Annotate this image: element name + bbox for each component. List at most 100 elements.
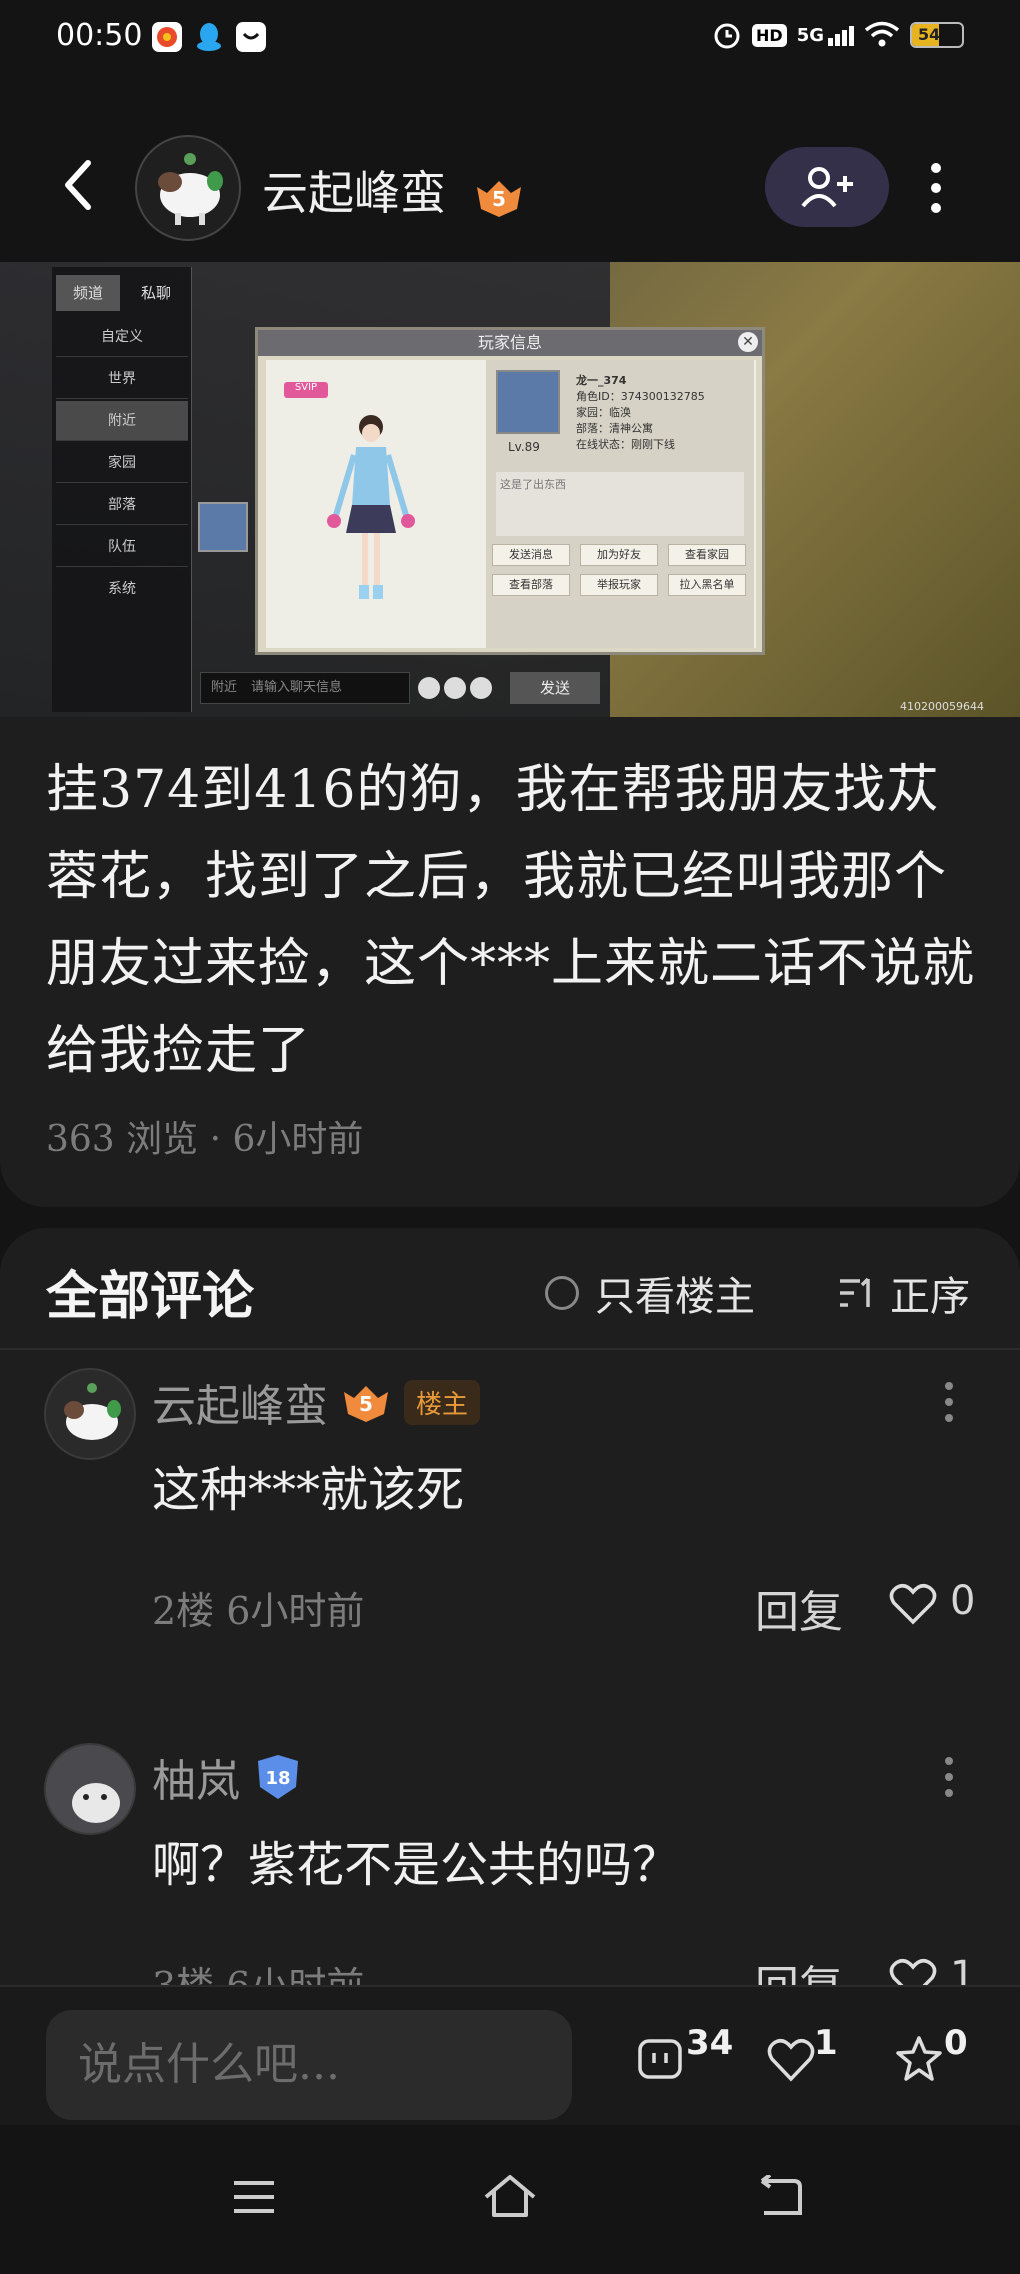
op-only-toggle[interactable]: 只看楼主 bbox=[545, 1264, 755, 1322]
chat-avatar-thumb bbox=[198, 502, 248, 552]
comment-input[interactable]: 说点什么吧... bbox=[46, 2010, 572, 2120]
game-send-button: 发送 bbox=[510, 672, 600, 704]
like-count: 0 bbox=[950, 1578, 976, 1624]
chat-channel-item: 自定义 bbox=[56, 317, 188, 357]
player-action-button: 查看家园 bbox=[668, 544, 746, 566]
system-nav-bar bbox=[0, 2125, 1020, 2274]
qq-icon bbox=[194, 22, 224, 52]
back-nav-icon[interactable] bbox=[754, 2175, 804, 2219]
commenter-avatar[interactable] bbox=[44, 1743, 136, 1835]
player-action-button: 加为好友 bbox=[580, 544, 658, 566]
author-name-text: 云起峰蛮 bbox=[262, 166, 446, 220]
comment-more-icon[interactable] bbox=[940, 1755, 958, 1799]
dialog-body: SVIP Lv.89 龙一_374 角色ID：374300132785 家园：临… bbox=[266, 360, 756, 648]
level-number: 5 bbox=[492, 187, 506, 211]
commenter-avatar[interactable] bbox=[44, 1368, 136, 1460]
game-chat-input-row: 附近 请输入聊天信息 发送 bbox=[200, 672, 600, 708]
player-action-button: 举报玩家 bbox=[580, 574, 658, 596]
heart-icon[interactable] bbox=[888, 1582, 938, 1626]
more-vertical-icon[interactable] bbox=[924, 160, 948, 216]
dialog-close-icon: ✕ bbox=[738, 332, 758, 352]
commenter-name-text: 柚岚 bbox=[152, 1756, 240, 1807]
chat-input-channel: 附近 bbox=[211, 680, 238, 695]
author-name[interactable]: 云起峰蛮 5 bbox=[262, 157, 527, 223]
comment-count: 34 bbox=[686, 2023, 734, 2063]
level-badge: 18 bbox=[258, 1755, 298, 1799]
game-chat-panel: 频道 私聊 自定义 世界 附近 家园 部落 队伍 系统 bbox=[52, 267, 192, 712]
commenter-name[interactable]: 云起峰蛮 5 楼主 bbox=[152, 1370, 481, 1434]
app-notification-icon bbox=[152, 22, 182, 52]
game-chat-input: 附近 请输入聊天信息 bbox=[200, 672, 410, 704]
heart-icon[interactable] bbox=[888, 1957, 938, 1988]
like-button[interactable]: 1 bbox=[766, 2023, 838, 2091]
chat-channel-item: 队伍 bbox=[56, 527, 188, 567]
chat-tab-channel: 频道 bbox=[56, 275, 120, 311]
signal-icon: 5G bbox=[797, 25, 854, 46]
battery-percent: 54 bbox=[918, 25, 941, 44]
player-tribe: 部落：清神公寓 bbox=[576, 422, 653, 435]
player-name: 龙一_374 bbox=[576, 374, 627, 387]
player-home: 家园：临涣 bbox=[576, 406, 631, 419]
player-action-button: 拉入黑名单 bbox=[668, 574, 746, 596]
reply-button[interactable]: 回复 bbox=[755, 1951, 843, 1988]
comment-item: 柚岚 18 啊？紫花不是公共的吗？ 3楼 6小时前 回复 1 bbox=[0, 1743, 1020, 1988]
chat-channel-item: 附近 bbox=[56, 401, 188, 441]
dialog-title: 玩家信息 bbox=[258, 330, 762, 356]
level-badge: 5 bbox=[344, 1386, 388, 1422]
op-only-radio-icon bbox=[545, 1276, 579, 1310]
comment-text: 啊？紫花不是公共的吗？ bbox=[152, 1837, 681, 1893]
player-message: 这是了出东西 bbox=[496, 472, 744, 536]
network-type: 5G bbox=[796, 24, 824, 46]
wifi-icon bbox=[864, 21, 900, 47]
player-online-status: 在线状态：刚刚下线 bbox=[576, 438, 675, 451]
reply-button[interactable]: 回复 bbox=[755, 1576, 843, 1640]
comments-title: 全部评论 bbox=[46, 1266, 255, 1327]
post-header: 云起峰蛮 5 bbox=[0, 95, 1020, 265]
like-count: 1 bbox=[814, 2023, 838, 2063]
back-chevron-icon[interactable] bbox=[58, 155, 98, 215]
comment-count-button[interactable]: 34 bbox=[636, 2023, 733, 2091]
message-app-icon bbox=[236, 22, 266, 52]
sort-order-button[interactable]: 正序 bbox=[838, 1264, 970, 1322]
favorite-button[interactable]: 0 bbox=[894, 2023, 968, 2091]
hd-badge: HD bbox=[752, 23, 787, 47]
post-image[interactable]: 频道 私聊 自定义 世界 附近 家园 部落 队伍 系统 附近 请输入聊天信息 发… bbox=[0, 262, 1020, 717]
chat-channel-item: 部落 bbox=[56, 485, 188, 525]
notification-icons bbox=[152, 22, 266, 52]
comment-icon bbox=[638, 2039, 682, 2079]
chat-channel-item: 世界 bbox=[56, 359, 188, 399]
comment-item: 云起峰蛮 5 楼主 这种***就该死 2楼 6小时前 回复 0 bbox=[0, 1368, 1020, 1708]
vip-tag: SVIP bbox=[284, 382, 328, 398]
bottom-action-bar: 说点什么吧... 34 1 0 bbox=[0, 1985, 1020, 2125]
favorite-count: 0 bbox=[944, 2023, 968, 2063]
player-action-button: 查看部落 bbox=[492, 574, 570, 596]
author-avatar[interactable] bbox=[135, 135, 241, 241]
sort-icon bbox=[840, 1277, 870, 1307]
commenter-name[interactable]: 柚岚 18 bbox=[152, 1745, 306, 1809]
like-count: 1 bbox=[950, 1953, 976, 1988]
post-meta: 363 浏览 · 6小时前 bbox=[46, 1119, 364, 1160]
commenter-name-text: 云起峰蛮 bbox=[152, 1381, 328, 1432]
menu-icon[interactable] bbox=[232, 2177, 276, 2217]
divider bbox=[0, 1348, 1020, 1350]
op-tag: 楼主 bbox=[404, 1379, 481, 1425]
comment-more-icon[interactable] bbox=[940, 1380, 958, 1424]
comment-floor-time: 2楼 6小时前 bbox=[152, 1589, 365, 1633]
chat-channel-item: 家园 bbox=[56, 443, 188, 483]
status-bar: 00:50 HD 5G 54 bbox=[0, 0, 1020, 80]
player-avatar bbox=[496, 370, 560, 434]
sort-order-label: 正序 bbox=[890, 1274, 970, 1320]
follow-button[interactable] bbox=[765, 147, 889, 227]
level-badge: 5 bbox=[471, 175, 527, 219]
op-only-label: 只看楼主 bbox=[595, 1274, 755, 1320]
level-number: 18 bbox=[265, 1768, 290, 1789]
player-card: Lv.89 龙一_374 角色ID：374300132785 家园：临涣 部落：… bbox=[486, 360, 754, 648]
add-user-icon bbox=[801, 167, 853, 208]
player-info-dialog: 玩家信息 ✕ SVIP Lv.89 龙一_374 角色ID：3743001327… bbox=[255, 327, 765, 655]
status-time: 00:50 bbox=[56, 18, 143, 53]
home-icon[interactable] bbox=[482, 2173, 538, 2219]
comment-text: 这种***就该死 bbox=[152, 1462, 465, 1518]
post-body: 挂374到416的狗，我在帮我朋友找苁蓉花，找到了之后，我就已经叫我那个朋友过来… bbox=[0, 717, 1020, 1207]
level-number: 5 bbox=[359, 1392, 373, 1416]
alarm-icon bbox=[714, 23, 740, 49]
